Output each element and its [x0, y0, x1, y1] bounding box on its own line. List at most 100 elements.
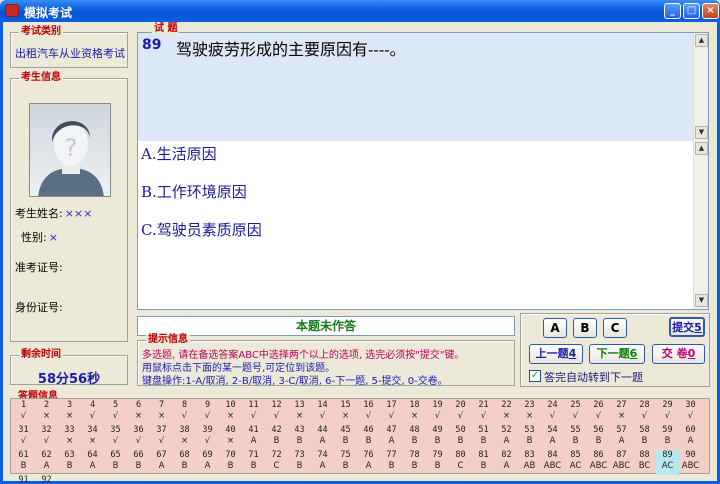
answer-cell[interactable]: 43 B [288, 425, 311, 450]
auto-next-label[interactable]: 答完自动转到下一题 [544, 369, 643, 385]
answer-cell[interactable]: 17 √ [380, 400, 403, 425]
answer-cell[interactable]: 31 √ [12, 425, 35, 450]
answer-cell[interactable]: 48 B [403, 425, 426, 450]
answer-cell[interactable]: 56 B [587, 425, 610, 450]
answer-cell[interactable]: 8 √ [173, 400, 196, 425]
answer-cell[interactable]: 10 × [219, 400, 242, 425]
answer-cell[interactable]: 87 ABC [610, 450, 633, 475]
answer-cell[interactable]: 9 √ [196, 400, 219, 425]
answer-cell[interactable]: 42 B [265, 425, 288, 450]
answer-cell[interactable]: 92 [35, 475, 58, 484]
answer-cell[interactable]: 62 A [35, 450, 58, 475]
options-scrollbar[interactable]: ▲ ▼ [693, 141, 708, 309]
answer-cell[interactable]: 79 B [426, 450, 449, 475]
answer-cell[interactable]: 3 × [58, 400, 81, 425]
scroll-down-icon[interactable]: ▼ [695, 294, 708, 307]
answer-cell[interactable]: 2 × [35, 400, 58, 425]
answer-cell[interactable]: 18 × [403, 400, 426, 425]
answer-cell[interactable]: 72 C [265, 450, 288, 475]
answer-cell[interactable]: 24 √ [541, 400, 564, 425]
answer-cell[interactable]: 85 AC [564, 450, 587, 475]
answer-cell[interactable]: 16 √ [357, 400, 380, 425]
answer-c-button[interactable]: C [603, 318, 627, 338]
answer-cell[interactable]: 59 B [656, 425, 679, 450]
answer-cell[interactable]: 27 × [610, 400, 633, 425]
maximize-button[interactable]: □ [683, 3, 700, 19]
answer-b-button[interactable]: B [573, 318, 597, 338]
option-a[interactable]: A.生活原因 [141, 143, 217, 164]
answer-cell[interactable]: 77 B [380, 450, 403, 475]
answer-cell[interactable]: 45 B [334, 425, 357, 450]
answer-cell[interactable]: 65 B [104, 450, 127, 475]
answer-cell[interactable]: 14 √ [311, 400, 334, 425]
auto-next-checkbox[interactable]: ✓ [529, 370, 541, 382]
answer-cell[interactable]: 25 √ [564, 400, 587, 425]
next-button[interactable]: 下一题6 [589, 344, 645, 364]
answer-cell[interactable]: 38 × [173, 425, 196, 450]
answer-cell[interactable]: 47 A [380, 425, 403, 450]
answer-cell[interactable]: 52 A [495, 425, 518, 450]
question-scrollbar[interactable]: ▲ ▼ [693, 33, 708, 141]
answer-cell[interactable]: 19 √ [426, 400, 449, 425]
answer-cell[interactable]: 33 × [58, 425, 81, 450]
scroll-up-icon[interactable]: ▲ [695, 142, 708, 155]
answer-cell[interactable]: 34 × [81, 425, 104, 450]
answer-cell[interactable]: 81 B [472, 450, 495, 475]
submit-button[interactable]: 提交5 [669, 317, 705, 337]
answer-cell[interactable]: 22 × [495, 400, 518, 425]
answer-cell[interactable]: 64 A [81, 450, 104, 475]
answer-cell[interactable]: 28 √ [633, 400, 656, 425]
answer-cell[interactable]: 55 B [564, 425, 587, 450]
scroll-down-icon[interactable]: ▼ [695, 126, 708, 139]
answer-cell[interactable]: 21 √ [472, 400, 495, 425]
answer-cell[interactable]: 74 A [311, 450, 334, 475]
answer-cell[interactable]: 51 B [472, 425, 495, 450]
answer-cell[interactable]: 41 A [242, 425, 265, 450]
answer-cell[interactable]: 44 A [311, 425, 334, 450]
answer-cell[interactable]: 84 ABC [541, 450, 564, 475]
answer-cell[interactable]: 40 × [219, 425, 242, 450]
answer-cell[interactable]: 58 B [633, 425, 656, 450]
answer-cell[interactable]: 63 B [58, 450, 81, 475]
answer-cell[interactable]: 70 B [219, 450, 242, 475]
answer-cell[interactable]: 91 [12, 475, 35, 484]
answer-cell[interactable]: 54 A [541, 425, 564, 450]
answer-cell[interactable]: 26 √ [587, 400, 610, 425]
answer-cell[interactable]: 32 √ [35, 425, 58, 450]
answer-cell[interactable]: 86 ABC [587, 450, 610, 475]
answer-cell[interactable]: 60 A [679, 425, 702, 450]
finish-button[interactable]: 交 卷0 [652, 344, 705, 364]
answer-cell[interactable]: 88 BC [633, 450, 656, 475]
answer-cell[interactable]: 90 ABC [679, 450, 702, 475]
answer-cell[interactable]: 30 √ [679, 400, 702, 425]
answer-cell[interactable]: 53 B [518, 425, 541, 450]
answer-cell[interactable]: 80 C [449, 450, 472, 475]
answer-cell[interactable]: 76 A [357, 450, 380, 475]
answer-cell[interactable]: 5 √ [104, 400, 127, 425]
answer-cell[interactable]: 50 B [449, 425, 472, 450]
answer-cell[interactable]: 4 √ [81, 400, 104, 425]
answer-cell[interactable]: 66 B [127, 450, 150, 475]
scroll-up-icon[interactable]: ▲ [695, 34, 708, 47]
answer-cell[interactable]: 20 √ [449, 400, 472, 425]
answer-a-button[interactable]: A [543, 318, 567, 338]
answer-cell[interactable]: 75 B [334, 450, 357, 475]
answer-cell[interactable]: 39 √ [196, 425, 219, 450]
answer-cell[interactable]: 78 B [403, 450, 426, 475]
answer-cell[interactable]: 71 B [242, 450, 265, 475]
answer-cell[interactable]: 12 √ [265, 400, 288, 425]
answer-cell[interactable]: 69 A [196, 450, 219, 475]
answer-cell[interactable]: 6 × [127, 400, 150, 425]
answer-cell[interactable]: 73 B [288, 450, 311, 475]
answer-cell[interactable]: 23 × [518, 400, 541, 425]
answer-cell[interactable]: 29 √ [656, 400, 679, 425]
answer-cell[interactable]: 11 √ [242, 400, 265, 425]
minimize-button[interactable]: _ [664, 3, 681, 19]
answer-cell[interactable]: 57 A [610, 425, 633, 450]
answer-cell[interactable]: 68 B [173, 450, 196, 475]
answer-cell[interactable]: 13 × [288, 400, 311, 425]
answer-cell[interactable]: 37 √ [150, 425, 173, 450]
answer-cell[interactable]: 83 AB [518, 450, 541, 475]
answer-cell[interactable]: 61 B [12, 450, 35, 475]
answer-cell[interactable]: 67 A [150, 450, 173, 475]
